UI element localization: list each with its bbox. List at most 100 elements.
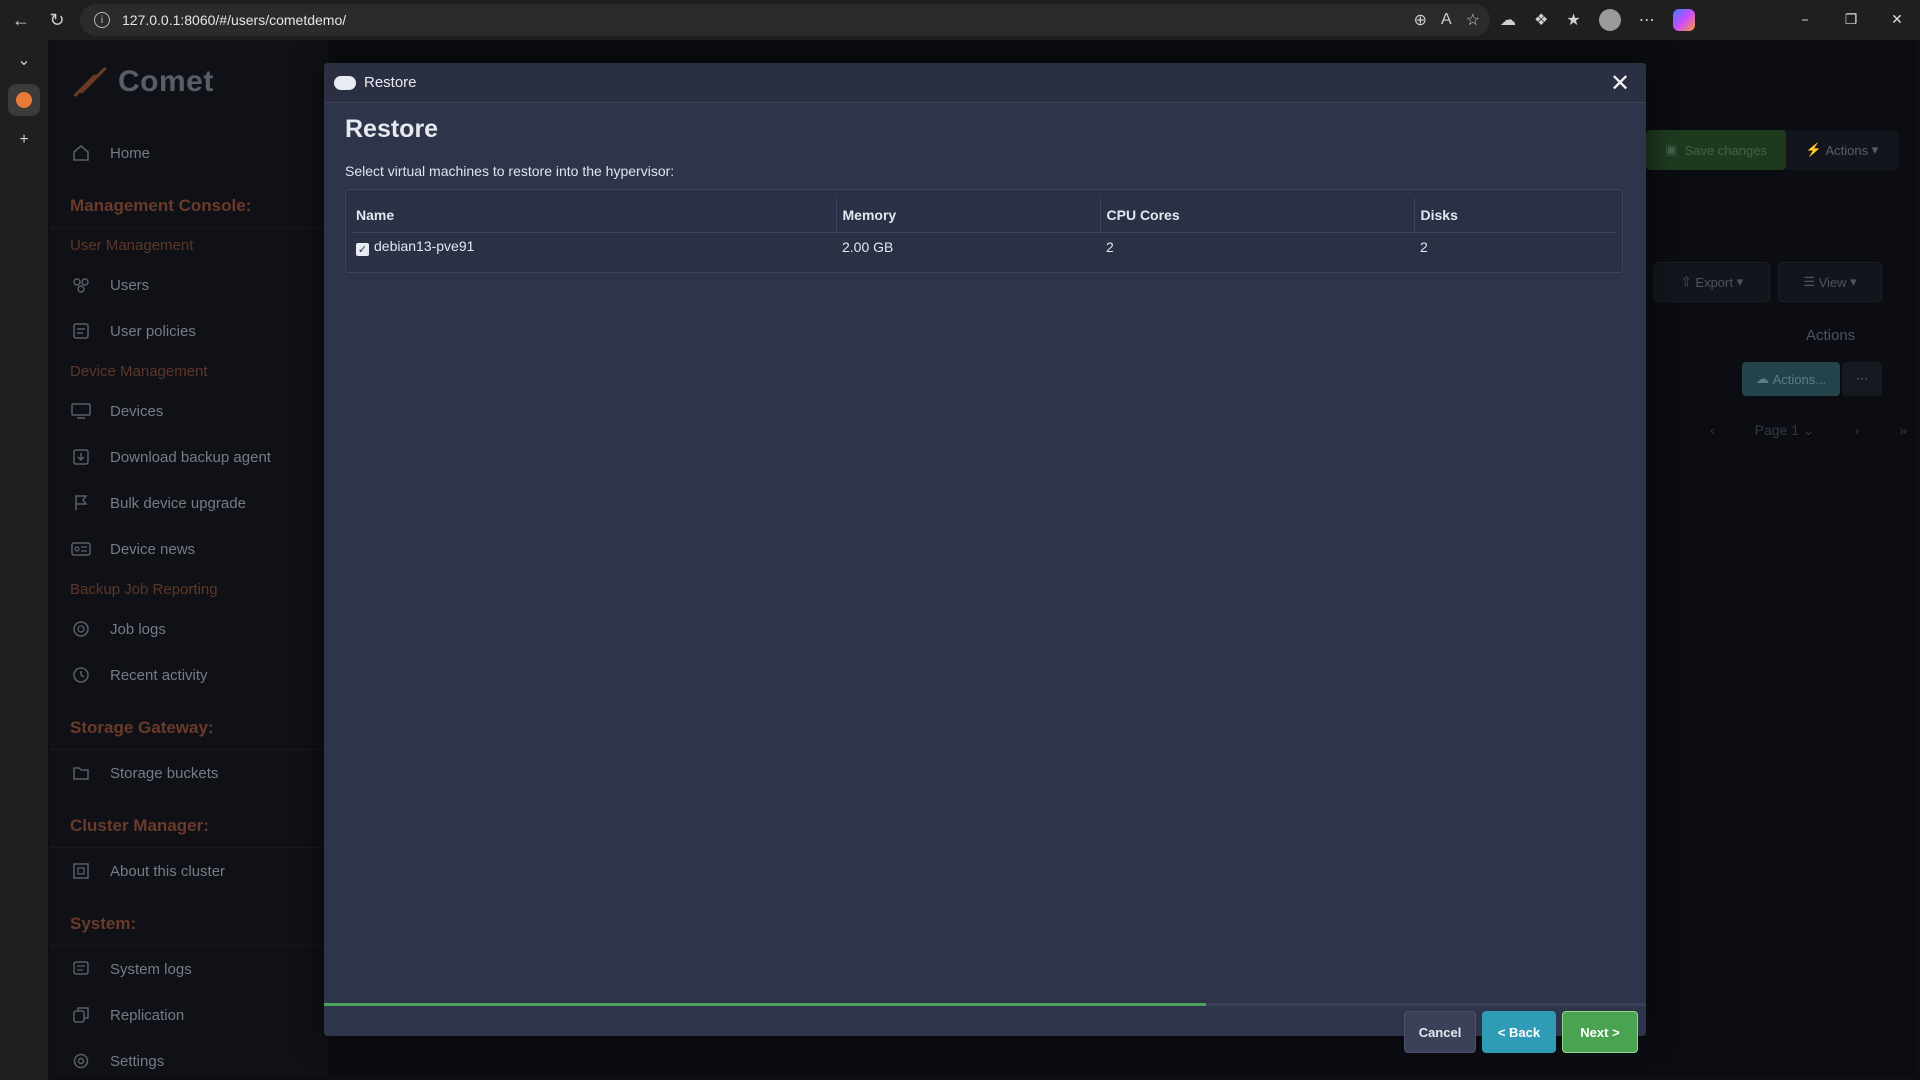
view-label: View: [1818, 274, 1847, 290]
page-label: Page 1: [1754, 422, 1800, 438]
address-bar[interactable]: i 127.0.0.1:8060/#/users/cometdemo/ ⊕ A …: [80, 4, 1490, 36]
sidebar-item-label: Download backup agent: [110, 448, 271, 466]
vm-table: Name Memory CPU Cores Disks ✓ debian13-pv…: [345, 189, 1623, 273]
vm-checkbox[interactable]: ✓: [356, 243, 369, 257]
sidebar-item-label: About this cluster: [110, 862, 226, 880]
vm-name: debian13-pve91: [374, 238, 475, 255]
back-arrow-icon[interactable]: ←: [6, 5, 36, 35]
actions-dropdown[interactable]: ⚡ Actions ▾: [1786, 130, 1898, 170]
sidebar-item-label: Storage buckets: [110, 764, 219, 782]
restore-window-icon[interactable]: ❐: [1828, 0, 1874, 40]
subsection-user-management: User Management: [70, 236, 194, 254]
actions-label: Actions: [1825, 142, 1869, 158]
info-icon[interactable]: i: [94, 12, 110, 28]
dialog-description: Select virtual machines to restore into …: [345, 163, 675, 179]
row-actions-label: Actions...: [1772, 371, 1827, 387]
sidebar-item-label: Recent activity: [110, 666, 208, 684]
profile-avatar[interactable]: [1598, 9, 1621, 31]
more-menu-icon[interactable]: ⋯: [1639, 10, 1655, 30]
sidebar-nav: Home Management Console: User Management…: [50, 130, 328, 1076]
page-select[interactable]: Page 1 ⌄: [1755, 422, 1815, 439]
cluster-icon: [70, 860, 92, 882]
column-header-name[interactable]: Name: [352, 198, 836, 233]
export-icon: ⇧: [1680, 274, 1692, 289]
save-icon: ▣: [1665, 142, 1678, 157]
comet-logo[interactable]: Comet: [68, 62, 214, 102]
active-tab-icon[interactable]: [8, 84, 40, 116]
sidebar-item-bulk-upgrade[interactable]: Bulk device upgrade: [50, 480, 328, 526]
sidebar-item-home[interactable]: Home: [50, 130, 328, 176]
section-management-console: Management Console:: [50, 184, 328, 228]
extension-cloud-icon[interactable]: ☁: [1500, 10, 1516, 30]
prev-page-icon[interactable]: ‹: [1710, 422, 1715, 439]
sidebar-item-user-policies[interactable]: User policies: [50, 308, 328, 354]
policy-icon: [70, 320, 92, 342]
section-storage-gateway: Storage Gateway:: [50, 706, 328, 750]
download-icon: [70, 446, 92, 468]
sidebar-item-label: Settings: [110, 1052, 165, 1070]
copilot-icon[interactable]: [1672, 9, 1695, 31]
save-changes-button[interactable]: ▣ Save changes: [1646, 130, 1786, 170]
sidebar-item-label: Replication: [110, 1006, 185, 1024]
sidebar-item-job-logs[interactable]: Job logs: [50, 606, 328, 652]
close-icon[interactable]: ✕: [1606, 69, 1634, 97]
sidebar-item-users[interactable]: Users: [50, 262, 328, 308]
sidebar-item-about-cluster[interactable]: About this cluster: [50, 848, 328, 894]
close-window-icon[interactable]: ✕: [1874, 0, 1920, 40]
restore-dialog: Restore ✕ Restore Select virtual machine…: [324, 63, 1646, 1053]
cancel-button[interactable]: Cancel: [1404, 1011, 1476, 1053]
back-button[interactable]: < Back: [1482, 1011, 1556, 1053]
comet-app: Comet Home Management Console: User Mana…: [50, 40, 1916, 1076]
last-page-icon[interactable]: »: [1899, 422, 1907, 439]
sidebar: Comet Home Management Console: User Mana…: [50, 40, 328, 1076]
section-system: System:: [50, 902, 328, 946]
vm-disks: 2: [1420, 239, 1428, 256]
sidebar-item-recent-activity[interactable]: Recent activity: [50, 652, 328, 698]
list-icon: ☰: [1803, 274, 1815, 289]
gear-icon: [70, 1050, 92, 1072]
cloud-upload-icon: [334, 75, 356, 90]
extensions-icon[interactable]: ❖: [1534, 10, 1548, 30]
clock-icon: [70, 664, 92, 686]
favorites-icon[interactable]: ★: [1566, 10, 1580, 30]
sidebar-item-device-news[interactable]: Device news: [50, 526, 328, 572]
sidebar-item-label: System logs: [110, 960, 192, 978]
bolt-icon: ⚡: [1805, 142, 1822, 157]
comet-logo-icon: [68, 62, 112, 102]
pagination: ‹ Page 1 ⌄ › »: [1710, 422, 1907, 439]
view-dropdown[interactable]: ☰ View ▾: [1778, 262, 1882, 302]
table-row[interactable]: ✓ debian13-pve91 2.00 GB 2 2: [352, 232, 1616, 262]
vertical-tab-strip: ⌄ +: [0, 40, 48, 1080]
wizard-progress-fill: [324, 1003, 1206, 1006]
export-dropdown[interactable]: ⇧ Export ▾: [1654, 262, 1770, 302]
minimize-icon[interactable]: –: [1782, 0, 1828, 40]
subsection-backup-job-reporting: Backup Job Reporting: [70, 580, 218, 598]
sidebar-item-devices[interactable]: Devices: [50, 388, 328, 434]
new-tab-plus-icon[interactable]: +: [0, 120, 48, 160]
sidebar-item-storage-buckets[interactable]: Storage buckets: [50, 750, 328, 796]
logo-text: Comet: [118, 65, 214, 98]
chevron-down-icon[interactable]: ⌄: [0, 40, 48, 80]
cloud-icon: ☁: [1755, 371, 1769, 386]
row-actions-button[interactable]: ☁ Actions...: [1742, 362, 1840, 396]
next-button[interactable]: Next >: [1562, 1011, 1638, 1053]
column-header-disks[interactable]: Disks: [1413, 198, 1616, 233]
column-header-memory[interactable]: Memory: [835, 198, 1100, 233]
system-logs-icon: [70, 958, 92, 980]
row-more-button[interactable]: ⋯: [1842, 362, 1882, 396]
sidebar-item-label: User policies: [110, 322, 196, 340]
flag-icon: [70, 492, 92, 514]
next-page-icon[interactable]: ›: [1855, 422, 1860, 439]
sidebar-item-label: Job logs: [110, 620, 166, 638]
sidebar-item-label: Bulk device upgrade: [110, 494, 246, 512]
sidebar-item-system-logs[interactable]: System logs: [50, 946, 328, 992]
reload-icon[interactable]: ↻: [42, 5, 72, 35]
sidebar-item-settings[interactable]: Settings: [50, 1038, 328, 1076]
sidebar-item-download-agent[interactable]: Download backup agent: [50, 434, 328, 480]
table-header-row: Name Memory CPU Cores Disks: [352, 198, 1616, 233]
column-header-cpu[interactable]: CPU Cores: [1099, 198, 1414, 233]
read-aloud-icon[interactable]: A: [1441, 11, 1452, 29]
zoom-icon[interactable]: ⊕: [1414, 10, 1427, 30]
sidebar-item-replication[interactable]: Replication: [50, 992, 328, 1038]
favorite-star-icon[interactable]: ☆: [1466, 10, 1480, 30]
